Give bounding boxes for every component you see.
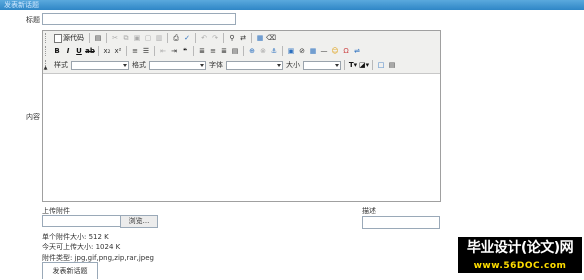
blockquote-icon[interactable]: ❝ xyxy=(180,46,190,56)
toolbar-separator xyxy=(106,33,107,43)
unlink-icon[interactable]: ⊗ xyxy=(258,46,268,56)
daily-limit-info: 今天可上传大小: 1024 K xyxy=(42,243,121,251)
collapse-toolbar-icon[interactable]: ▲ xyxy=(43,64,48,72)
subscript-icon[interactable]: x₂ xyxy=(102,46,112,56)
browse-button[interactable]: 浏览... xyxy=(120,215,158,228)
anchor-icon[interactable]: ⚓ xyxy=(269,46,279,56)
toolbar-separator xyxy=(223,33,224,43)
font-combo-label: 字体 xyxy=(209,61,223,69)
site-watermark: 毕业设计(论文)网 www.56DOC.com xyxy=(458,237,582,275)
table-icon[interactable]: ▦ xyxy=(308,46,318,56)
description-label: 描述 xyxy=(362,207,376,215)
indent-icon[interactable]: ⇥ xyxy=(169,46,179,56)
italic-icon[interactable]: I xyxy=(63,46,73,56)
outdent-icon[interactable]: ⇤ xyxy=(158,46,168,56)
ordered-list-icon[interactable]: ≡ xyxy=(130,46,140,56)
show-blocks-icon[interactable]: ▤ xyxy=(387,60,397,70)
preview-icon[interactable]: ▤ xyxy=(93,33,103,43)
cut-icon[interactable]: ✂ xyxy=(110,33,120,43)
select-all-icon[interactable]: ▦ xyxy=(255,33,265,43)
underline-icon[interactable]: U xyxy=(74,46,84,56)
toolbar-separator xyxy=(251,33,252,43)
toolbar-row-1: 源代码 ▤ ✂ ⧉ ▣ ▢ ▥ ⎙ ✓ ↶ ↷ ⚲ ⇄ ▦ ⌫ xyxy=(45,32,276,44)
toolbar-separator xyxy=(282,46,283,56)
toolbar-grip xyxy=(45,33,49,43)
toolbar-row-2: B I U ab x₂ x² ≡ ☰ ⇤ ⇥ ❝ ≣ ≡ ≣ ▤ ⊕ ⊗ ⚓ ▣… xyxy=(45,45,362,57)
editor-toolbar: 源代码 ▤ ✂ ⧉ ▣ ▢ ▥ ⎙ ✓ ↶ ↷ ⚲ ⇄ ▦ ⌫ B I U ab… xyxy=(43,31,440,74)
horizontal-rule-icon[interactable]: — xyxy=(319,46,329,56)
bold-icon[interactable]: B xyxy=(52,46,62,56)
top-header-bar xyxy=(0,0,584,10)
style-combo[interactable] xyxy=(71,60,129,70)
align-left-icon[interactable]: ≣ xyxy=(197,46,207,56)
remove-format-icon[interactable]: ⌫ xyxy=(266,33,276,43)
spellcheck-icon[interactable]: ✓ xyxy=(182,33,192,43)
undo-icon[interactable]: ↶ xyxy=(199,33,209,43)
size-combo-label: 大小 xyxy=(286,61,300,69)
chevron-down-icon xyxy=(277,63,281,67)
page-break-icon[interactable]: ⇌ xyxy=(352,46,362,56)
copy-icon[interactable]: ⧉ xyxy=(121,33,131,43)
source-button-label: 源代码 xyxy=(63,34,84,42)
unordered-list-icon[interactable]: ☰ xyxy=(141,46,151,56)
flash-icon[interactable]: ⊘ xyxy=(297,46,307,56)
description-input[interactable] xyxy=(362,216,440,229)
file-path-input[interactable] xyxy=(42,215,122,227)
watermark-url: www.56DOC.com xyxy=(458,259,582,273)
toolbar-separator xyxy=(195,33,196,43)
format-combo-label: 格式 xyxy=(132,61,146,69)
font-combo[interactable] xyxy=(226,60,283,70)
format-combo[interactable] xyxy=(149,60,206,70)
submit-post-button[interactable]: 发表新话题 xyxy=(42,262,98,279)
chevron-down-icon xyxy=(123,63,127,67)
title-input[interactable] xyxy=(42,13,236,25)
toolbar-separator xyxy=(372,60,373,70)
source-icon xyxy=(54,33,62,43)
toolbar-separator xyxy=(167,33,168,43)
print-icon[interactable]: ⎙ xyxy=(171,33,181,43)
toolbar-separator xyxy=(193,46,194,56)
toolbar-separator xyxy=(98,46,99,56)
content-label: 内容 xyxy=(26,113,40,121)
title-label: 标题 xyxy=(26,16,40,24)
size-combo[interactable] xyxy=(303,60,341,70)
toolbar-separator xyxy=(126,46,127,56)
align-right-icon[interactable]: ≣ xyxy=(219,46,229,56)
link-icon[interactable]: ⊕ xyxy=(247,46,257,56)
max-size-info: 单个附件大小: 512 K xyxy=(42,233,109,241)
toolbar-grip xyxy=(45,46,49,56)
find-icon[interactable]: ⚲ xyxy=(227,33,237,43)
chevron-down-icon xyxy=(335,63,339,67)
smiley-icon[interactable]: ☺ xyxy=(330,46,340,56)
align-center-icon[interactable]: ≡ xyxy=(208,46,218,56)
paste-word-icon[interactable]: ▥ xyxy=(154,33,164,43)
text-color-icon[interactable]: T▾ xyxy=(348,60,358,70)
page-heading: 发表新话题 xyxy=(4,1,39,9)
chevron-down-icon xyxy=(200,63,204,67)
toolbar-row-3: 样式 格式 字体 大小 T▾ ◪▾ □ ▤ xyxy=(45,59,397,71)
replace-icon[interactable]: ⇄ xyxy=(238,33,248,43)
rich-text-editor[interactable]: 源代码 ▤ ✂ ⧉ ▣ ▢ ▥ ⎙ ✓ ↶ ↷ ⚲ ⇄ ▦ ⌫ B I U ab… xyxy=(42,30,441,202)
superscript-icon[interactable]: x² xyxy=(113,46,123,56)
special-char-icon[interactable]: Ω xyxy=(341,46,351,56)
source-code-button[interactable]: 源代码 xyxy=(52,33,86,43)
justify-icon[interactable]: ▤ xyxy=(230,46,240,56)
toolbar-separator xyxy=(89,33,90,43)
bg-color-icon[interactable]: ◪▾ xyxy=(359,60,369,70)
paste-icon[interactable]: ▣ xyxy=(132,33,142,43)
paste-text-icon[interactable]: ▢ xyxy=(143,33,153,43)
watermark-title: 毕业设计(论文)网 xyxy=(458,237,582,259)
toolbar-separator xyxy=(344,60,345,70)
image-icon[interactable]: ▣ xyxy=(286,46,296,56)
style-combo-label: 样式 xyxy=(54,61,68,69)
maximize-icon[interactable]: □ xyxy=(376,60,386,70)
toolbar-separator xyxy=(243,46,244,56)
strike-icon[interactable]: ab xyxy=(85,46,95,56)
toolbar-separator xyxy=(154,46,155,56)
redo-icon[interactable]: ↷ xyxy=(210,33,220,43)
